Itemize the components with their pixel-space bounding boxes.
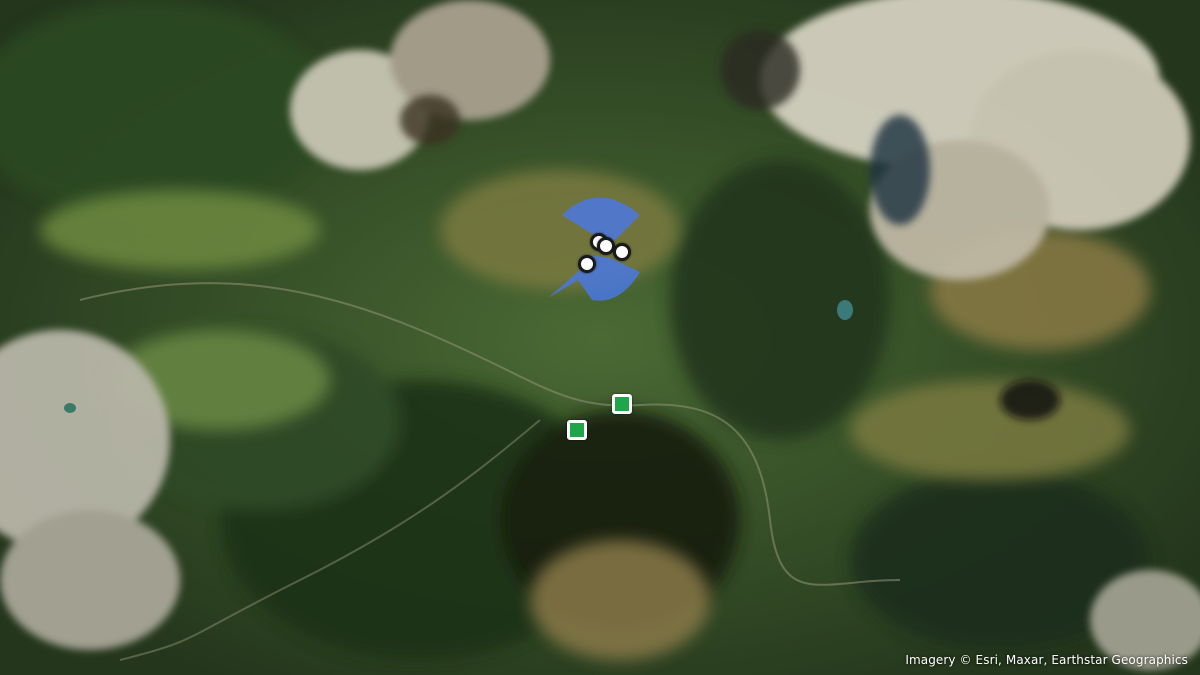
station-marker[interactable] (612, 394, 632, 414)
site-marker[interactable] (578, 255, 596, 273)
site-marker[interactable] (613, 243, 631, 261)
map-attribution: Imagery © Esri, Maxar, Earthstar Geograp… (905, 653, 1188, 667)
map-view[interactable]: Imagery © Esri, Maxar, Earthstar Geograp… (0, 0, 1200, 675)
station-marker[interactable] (567, 420, 587, 440)
coverage-overlay[interactable] (0, 0, 1200, 675)
